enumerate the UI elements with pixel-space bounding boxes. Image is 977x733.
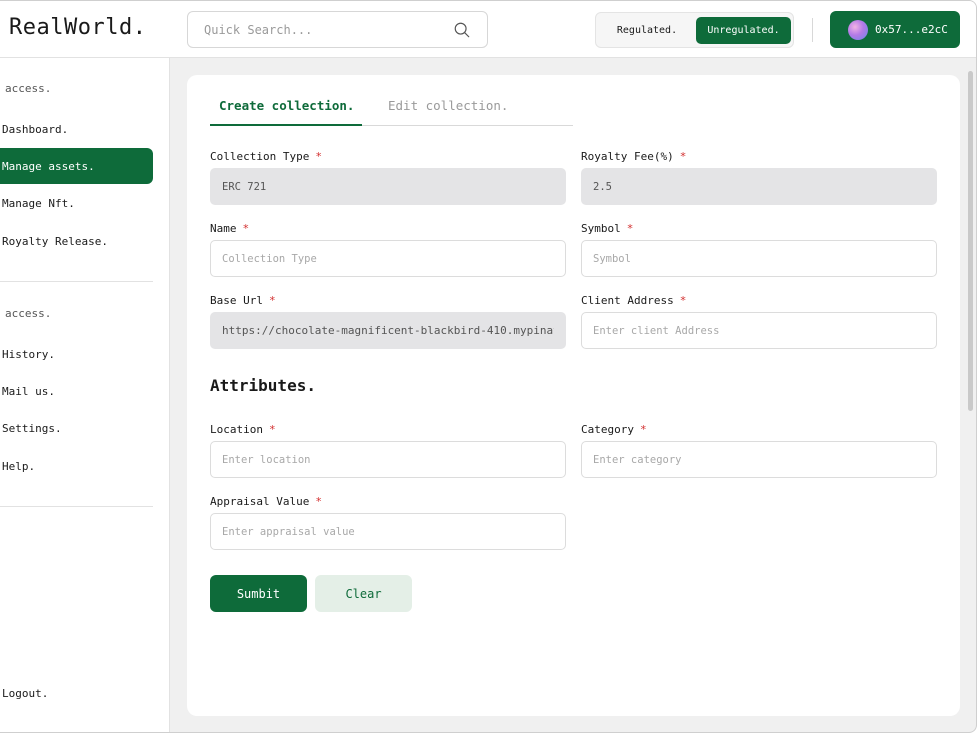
sidebar-section-label: access.	[5, 82, 52, 95]
header-divider	[812, 18, 813, 42]
attributes-heading: Attributes.	[210, 376, 316, 395]
sidebar-section-label: access.	[5, 307, 52, 320]
sidebar-item-history[interactable]: History.	[0, 336, 153, 372]
sidebar: access. Dashboard. Manage assets. Manage…	[0, 58, 170, 732]
required-mark: *	[626, 222, 634, 235]
name-field[interactable]	[210, 240, 566, 277]
base-url-field[interactable]	[210, 312, 566, 349]
search-input[interactable]	[204, 21, 444, 39]
symbol-label: Symbol *	[581, 222, 634, 235]
appraisal-value-label: Appraisal Value *	[210, 495, 322, 508]
client-address-label: Client Address *	[581, 294, 687, 307]
location-label: Location *	[210, 423, 276, 436]
required-mark: *	[268, 294, 276, 307]
sidebar-item-manage-nft[interactable]: Manage Nft.	[0, 185, 153, 221]
base-url-label: Base Url *	[210, 294, 276, 307]
page-scrollbar[interactable]	[968, 71, 973, 411]
wallet-address: 0x57...e2cC	[875, 23, 948, 36]
sidebar-item-dashboard[interactable]: Dashboard.	[0, 111, 153, 147]
clear-button[interactable]: Clear	[315, 575, 412, 612]
regulated-option[interactable]: Regulated.	[600, 17, 694, 44]
required-mark: *	[315, 495, 322, 508]
required-mark: *	[242, 222, 250, 235]
app-logo[interactable]: RealWorld.	[9, 15, 146, 40]
collection-form-card: Create collection. Edit collection. Coll…	[187, 75, 960, 716]
location-field[interactable]	[210, 441, 566, 478]
sidebar-item-manage-assets[interactable]: Manage assets.	[0, 148, 153, 184]
sidebar-item-settings[interactable]: Settings.	[0, 410, 153, 446]
required-mark: *	[679, 294, 687, 307]
sidebar-divider	[0, 281, 153, 282]
sidebar-item-royalty-release[interactable]: Royalty Release.	[0, 223, 153, 259]
collection-type-label: Collection Type *	[210, 150, 322, 163]
wallet-avatar-icon	[848, 19, 868, 40]
royalty-fee-field[interactable]	[581, 168, 937, 205]
royalty-fee-label: Royalty Fee(%) *	[581, 150, 687, 163]
collection-tabs: Create collection. Edit collection.	[210, 93, 573, 126]
required-mark: *	[315, 150, 322, 163]
appraisal-value-field[interactable]	[210, 513, 566, 550]
top-header: RealWorld. Regulated. Unregulated. 0x57.…	[0, 1, 976, 58]
category-label: Category *	[581, 423, 647, 436]
unregulated-option[interactable]: Unregulated.	[696, 17, 791, 44]
client-address-field[interactable]	[581, 312, 937, 349]
category-field[interactable]	[581, 441, 937, 478]
search-icon[interactable]	[453, 21, 471, 39]
symbol-field[interactable]	[581, 240, 937, 277]
sidebar-item-logout[interactable]: Logout.	[0, 675, 153, 711]
sidebar-item-help[interactable]: Help.	[0, 448, 153, 484]
active-tab-indicator	[210, 124, 362, 126]
submit-button[interactable]: Sumbit	[210, 575, 307, 612]
required-mark: *	[639, 423, 647, 436]
quick-search[interactable]	[187, 11, 488, 48]
wallet-button[interactable]: 0x57...e2cC	[830, 11, 960, 48]
tab-edit-collection[interactable]: Edit collection.	[388, 98, 508, 113]
sidebar-divider	[0, 506, 153, 507]
tab-create-collection[interactable]: Create collection.	[219, 98, 354, 113]
regulation-toggle: Regulated. Unregulated.	[595, 12, 794, 48]
required-mark: *	[268, 423, 276, 436]
sidebar-item-mail-us[interactable]: Mail us.	[0, 373, 153, 409]
required-mark: *	[679, 150, 687, 163]
collection-type-field[interactable]	[210, 168, 566, 205]
app-frame: RealWorld. Regulated. Unregulated. 0x57.…	[0, 0, 977, 733]
name-label: Name *	[210, 222, 250, 235]
